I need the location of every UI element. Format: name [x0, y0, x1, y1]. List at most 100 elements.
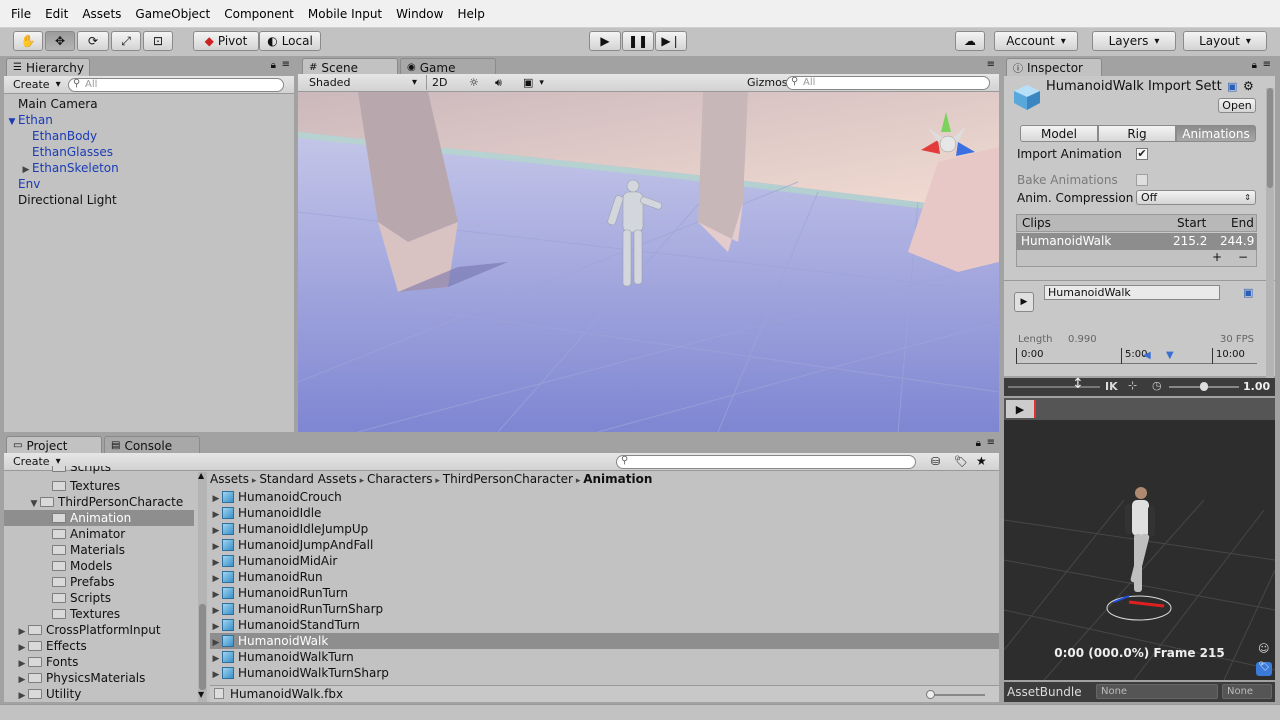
folder-tree-item[interactable]: Materials	[4, 542, 194, 558]
audio-toggle[interactable]: 🔊︎	[490, 75, 507, 90]
assetbundle-variant-dropdown[interactable]: None	[1222, 684, 1272, 699]
folder-tree-item[interactable]: Scripts	[4, 466, 194, 474]
cloud-button[interactable]: ☁	[955, 31, 985, 51]
hierarchy-item[interactable]: ▼ Ethan	[4, 112, 53, 128]
preview-timeline[interactable]: ▶	[1004, 398, 1275, 420]
open-button[interactable]: Open	[1218, 98, 1256, 113]
lock-icon[interactable]: 🔒︎	[271, 60, 276, 71]
hierarchy-item[interactable]: Env	[4, 176, 40, 192]
expand-arrow-icon[interactable]: ▶	[16, 688, 28, 702]
settings-gear-icon[interactable]: ⚙	[1243, 79, 1254, 93]
tab-console[interactable]: ▤ Console	[104, 436, 200, 454]
move-tool-button[interactable]: ✥	[45, 31, 75, 51]
clip-start-marker[interactable]: ◀	[1143, 350, 1151, 361]
pivot-toggle-icon[interactable]: ⊹	[1128, 379, 1137, 392]
breadcrumb-item[interactable]: Animation	[583, 472, 652, 486]
asset-list-item[interactable]: ▶ HumanoidJumpAndFall	[210, 537, 999, 553]
tab-animations[interactable]: Animations	[1176, 125, 1256, 142]
folder-tree-item[interactable]: ▶ Fonts	[4, 654, 194, 670]
preview-play-button[interactable]: ▶	[1006, 400, 1034, 418]
panel-menu-icon[interactable]: ≡	[282, 59, 290, 70]
menu-item-file[interactable]: File	[4, 0, 38, 28]
clip-timeline[interactable]: 0:00 5:00 10:00 ◀ ▼	[1016, 348, 1257, 364]
lighting-toggle[interactable]: ☼	[464, 75, 484, 90]
add-clip-button[interactable]: +	[1212, 250, 1222, 264]
shading-dropdown[interactable]: Shaded	[304, 75, 422, 90]
animation-preview[interactable]: ▶ 0:00 (000.0%) Frame 215 ☺ 🏷︎	[1004, 398, 1275, 680]
icon-size-slider-thumb[interactable]	[926, 690, 935, 699]
playhead[interactable]	[1034, 400, 1036, 418]
layout-dropdown[interactable]: Layout	[1183, 31, 1267, 51]
clip-end-marker[interactable]: ▼	[1166, 350, 1174, 361]
menu-item-edit[interactable]: Edit	[38, 0, 75, 28]
hierarchy-item[interactable]: EthanGlasses	[4, 144, 113, 160]
scene-menu-icon[interactable]: ≡	[987, 59, 995, 70]
asset-list-item[interactable]: ▶ HumanoidIdle	[210, 505, 999, 521]
folder-tree-item[interactable]: ▶ PhysicsMaterials	[4, 670, 194, 686]
tab-rig[interactable]: Rig	[1098, 125, 1176, 142]
icon-size-slider[interactable]	[930, 694, 985, 696]
hierarchy-item[interactable]: ▶ EthanSkeleton	[4, 160, 119, 176]
breadcrumb-item[interactable]: Characters	[367, 472, 433, 486]
hierarchy-item[interactable]: Directional Light	[4, 192, 117, 208]
folder-tree-item[interactable]: Animation	[4, 510, 194, 526]
tab-model[interactable]: Model	[1020, 125, 1098, 142]
hierarchy-item[interactable]: EthanBody	[4, 128, 97, 144]
tree-scrollbar[interactable]: ▲ ▼	[198, 471, 207, 702]
pivot-button[interactable]: ◆ Pivot	[193, 31, 259, 51]
avatar-select-icon[interactable]: ☺	[1258, 642, 1269, 655]
filter-type-icon[interactable]: ⛁	[931, 455, 940, 468]
folder-tree-item[interactable]: Textures	[4, 478, 194, 494]
step-button[interactable]: ▶❘	[655, 31, 687, 51]
clip-row[interactable]: HumanoidWalk 215.2 244.9	[1016, 233, 1257, 250]
scene-viewport[interactable]	[298, 92, 999, 432]
asset-list-item[interactable]: ▶ HumanoidWalkTurn	[210, 649, 999, 665]
project-menu-icon[interactable]: ≡	[987, 437, 995, 448]
layers-dropdown[interactable]: Layers	[1092, 31, 1176, 51]
menu-item-mobile-input[interactable]: Mobile Input	[301, 0, 389, 28]
project-lock-icon[interactable]: 🔒︎	[976, 438, 981, 449]
folder-tree-item[interactable]: Textures	[4, 606, 194, 622]
tree-scroll-thumb[interactable]	[199, 604, 206, 690]
menu-item-help[interactable]: Help	[450, 0, 491, 28]
pause-button[interactable]: ❚❚	[622, 31, 654, 51]
asset-list-item[interactable]: ▶ HumanoidWalk	[210, 633, 999, 649]
breadcrumb-item[interactable]: ThirdPersonCharacter	[443, 472, 573, 486]
ik-toggle[interactable]: IK	[1105, 380, 1118, 393]
folder-tree-item[interactable]: ▶ CrossPlatformInput	[4, 622, 194, 638]
book-icon[interactable]: ▣	[1227, 80, 1237, 93]
account-dropdown[interactable]: Account	[994, 31, 1078, 51]
import-animation-checkbox[interactable]: ✔	[1136, 148, 1148, 160]
folder-tree-item[interactable]: Animator	[4, 526, 194, 542]
clip-help-icon[interactable]: ▣	[1243, 286, 1253, 299]
project-search-input[interactable]	[616, 455, 916, 469]
breadcrumb-item[interactable]: Assets	[210, 472, 249, 486]
scroll-down-icon[interactable]: ▼	[198, 690, 204, 699]
anim-compression-dropdown[interactable]: Off ⇕	[1136, 190, 1256, 205]
remove-clip-button[interactable]: −	[1238, 250, 1248, 264]
effects-dropdown[interactable]: ▣ ▾	[518, 75, 549, 90]
assetbundle-name-dropdown[interactable]: None	[1096, 684, 1218, 699]
scene-search-input[interactable]: All	[786, 76, 990, 90]
mode-2d-button[interactable]: 2D	[426, 75, 452, 90]
asset-list-item[interactable]: ▶ HumanoidCrouch	[210, 489, 999, 505]
inspector-scrollbar[interactable]	[1266, 88, 1274, 378]
inspector-lock-icon[interactable]: 🔒︎	[1252, 60, 1257, 71]
menu-item-gameobject[interactable]: GameObject	[128, 0, 217, 28]
folder-tree-item[interactable]: ▶ Effects	[4, 638, 194, 654]
filter-label-icon[interactable]: 🏷︎	[954, 455, 968, 468]
asset-list-item[interactable]: ▶ HumanoidIdleJumpUp	[210, 521, 999, 537]
tag-icon[interactable]: 🏷︎	[1256, 662, 1272, 676]
hierarchy-create-button[interactable]: Create	[8, 77, 66, 92]
breadcrumb-item[interactable]: Standard Assets	[259, 472, 356, 486]
hierarchy-item[interactable]: Main Camera	[4, 96, 98, 112]
inspector-menu-icon[interactable]: ≡	[1263, 59, 1271, 70]
folder-tree-item[interactable]: ▶ Utility	[4, 686, 194, 702]
hierarchy-search-input[interactable]: All	[68, 78, 284, 92]
menu-item-assets[interactable]: Assets	[75, 0, 128, 28]
menu-item-window[interactable]: Window	[389, 0, 450, 28]
local-button[interactable]: ◐ Local	[259, 31, 321, 51]
play-button[interactable]: ▶	[589, 31, 621, 51]
scroll-up-icon[interactable]: ▲	[198, 471, 204, 480]
speed-slider-thumb[interactable]	[1200, 382, 1208, 391]
